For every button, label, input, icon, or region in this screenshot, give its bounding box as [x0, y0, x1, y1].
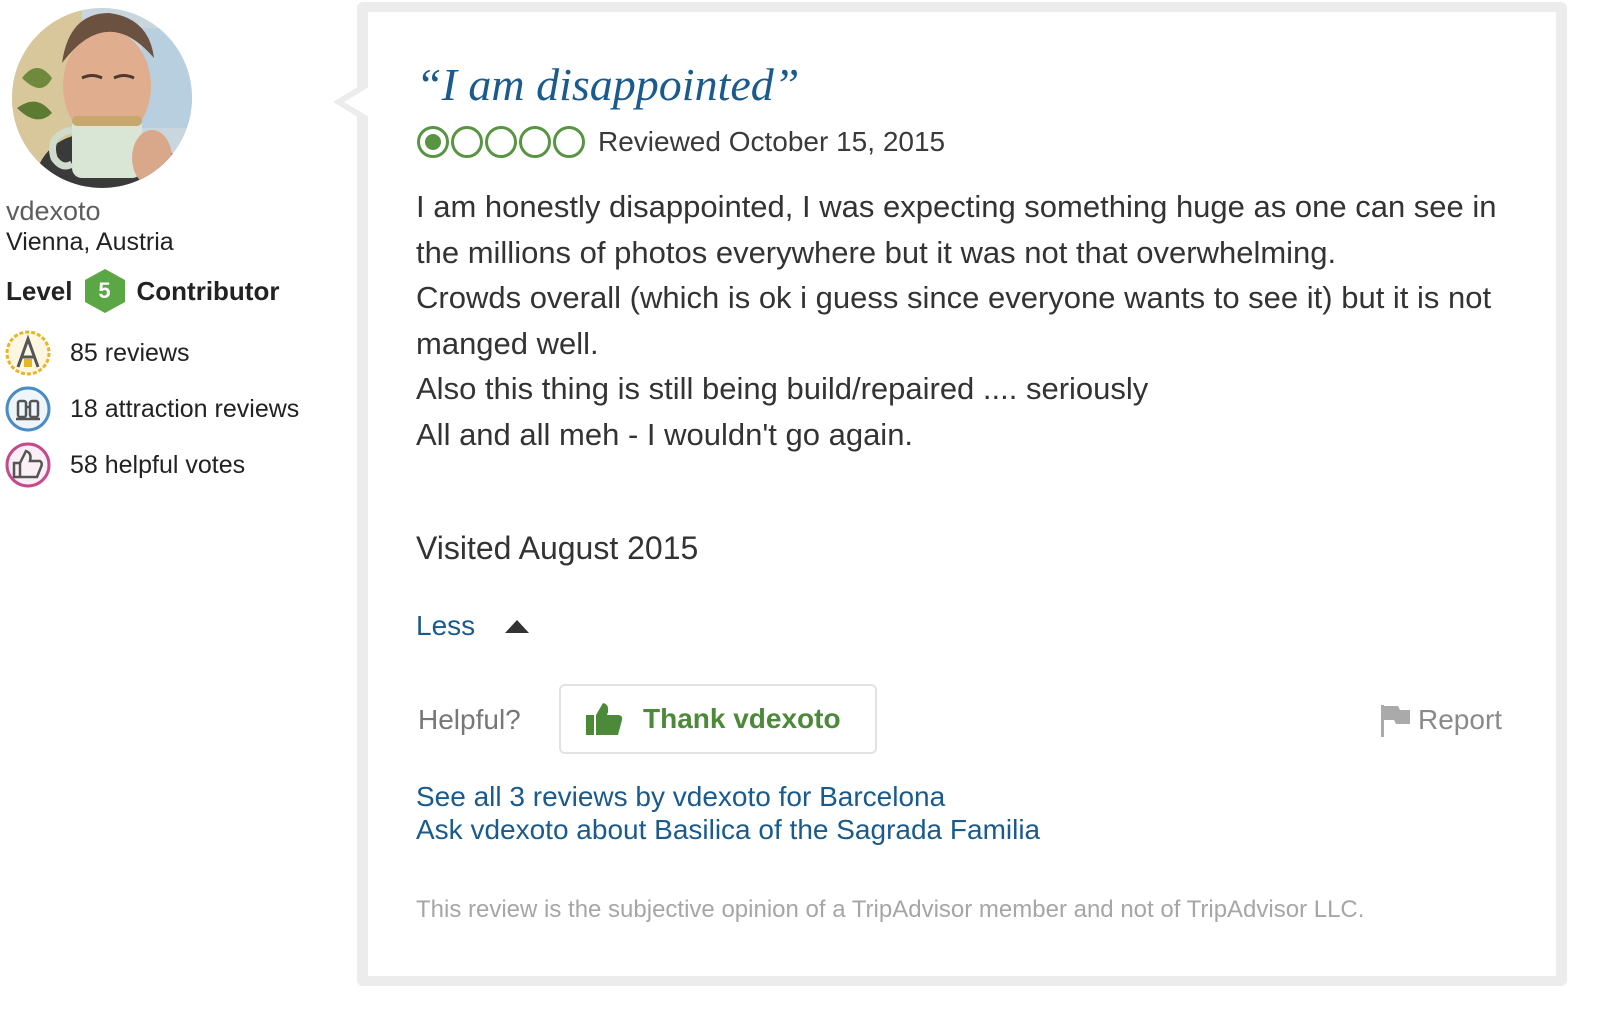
- report-label[interactable]: Report: [1418, 704, 1502, 736]
- rating-bubble: [451, 126, 483, 158]
- rating-bubble: [519, 126, 551, 158]
- thank-button[interactable]: Thank vdexoto: [559, 684, 877, 754]
- level-suffix: Contributor: [136, 275, 280, 306]
- reviews-badge-icon: [4, 329, 52, 377]
- badge-attraction-reviews: 18 attraction reviews: [4, 384, 299, 434]
- rating-bubbles-icon: [417, 126, 585, 158]
- review-paragraph: Also this thing is still being build/rep…: [416, 371, 1149, 407]
- badge-helpful-votes: 58 helpful votes: [4, 440, 245, 490]
- username[interactable]: vdexoto: [6, 196, 101, 227]
- less-toggle[interactable]: Less: [416, 610, 530, 642]
- level-badge-icon: 5: [83, 268, 127, 314]
- review-paragraph: All and all meh - I wouldn't go again.: [416, 416, 914, 452]
- review-paragraph: I am honestly disappointed, I was expect…: [416, 189, 1497, 270]
- helpful-label: Helpful?: [418, 704, 521, 735]
- badge-text: 85 reviews: [70, 338, 190, 367]
- level-label: Level: [6, 275, 73, 306]
- ask-member-link[interactable]: Ask vdexoto about Basilica of the Sagrad…: [416, 813, 1040, 846]
- caret-up-icon[interactable]: [505, 619, 530, 633]
- review-paragraph: Crowds overall (which is ok i guess sinc…: [416, 280, 1492, 361]
- rating-bubble-fill: [425, 134, 441, 150]
- flag-icon: [1381, 705, 1410, 737]
- visited-date: Visited August 2015: [416, 530, 699, 566]
- member-location: Vienna, Austria: [6, 228, 174, 256]
- rating-bubble: [485, 126, 517, 158]
- card-pointer-inner: [344, 84, 374, 120]
- see-all-reviews-link[interactable]: See all 3 reviews by vdexoto for Barcelo…: [416, 780, 1040, 813]
- badge-text: 18 attraction reviews: [70, 394, 300, 423]
- less-label[interactable]: Less: [416, 610, 475, 642]
- review-date: Reviewed October 15, 2015: [598, 126, 946, 157]
- thank-button-label[interactable]: Thank vdexoto: [643, 703, 841, 735]
- badge-reviews: 85 reviews: [4, 328, 190, 378]
- avatar[interactable]: [12, 8, 192, 188]
- attraction-reviews-badge-icon: [4, 385, 52, 433]
- review-links: See all 3 reviews by vdexoto for Barcelo…: [416, 780, 1040, 846]
- helpful-votes-badge-icon: [4, 441, 52, 489]
- thumbs-up-icon: [586, 703, 623, 735]
- review-body: I am honestly disappointed, I was expect…: [416, 184, 1526, 458]
- rating-row: Reviewed October 15, 2015: [416, 122, 945, 162]
- rating-bubble: [553, 126, 585, 158]
- contributor-level: Level 5 Contributor: [6, 268, 279, 314]
- level-number: 5: [98, 278, 111, 303]
- disclaimer: This review is the subjective opinion of…: [416, 896, 1365, 923]
- badge-text: 58 helpful votes: [70, 450, 246, 479]
- report-link[interactable]: Report: [1378, 702, 1502, 738]
- review-title[interactable]: “I am disappointed”: [416, 58, 799, 111]
